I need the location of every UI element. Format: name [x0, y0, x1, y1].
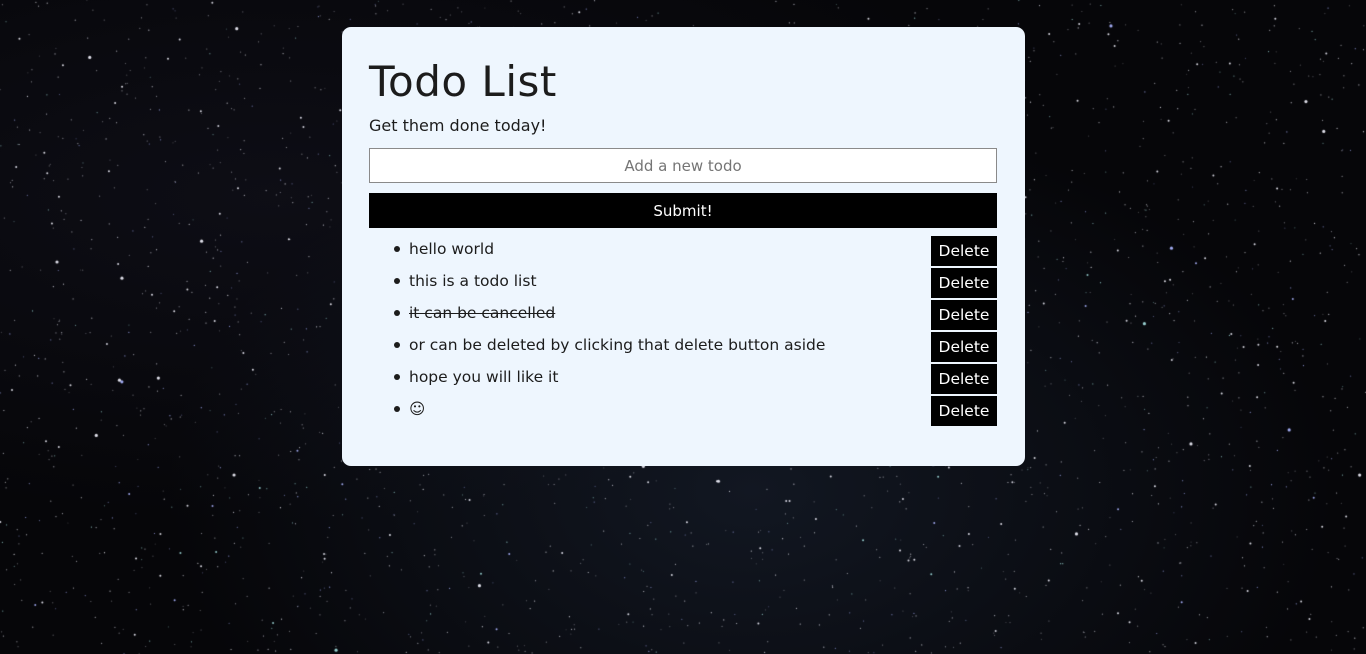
todo-item: hello world Delete	[369, 236, 997, 266]
page-subtitle: Get them done today!	[369, 116, 547, 135]
delete-button[interactable]: Delete	[931, 364, 997, 394]
todo-item: ☺ Delete	[369, 396, 997, 426]
todo-item: hope you will like it Delete	[369, 364, 997, 394]
submit-button[interactable]: Submit!	[369, 193, 997, 228]
todo-text[interactable]: ☺	[409, 399, 425, 419]
todo-text[interactable]: hope you will like it	[409, 367, 558, 387]
todo-item: or can be deleted by clicking that delet…	[369, 332, 997, 362]
bullet-icon	[394, 374, 400, 380]
delete-button[interactable]: Delete	[931, 236, 997, 266]
bullet-icon	[394, 278, 400, 284]
todo-text[interactable]: or can be deleted by clicking that delet…	[409, 335, 825, 355]
todo-text[interactable]: this is a todo list	[409, 271, 537, 291]
delete-button[interactable]: Delete	[931, 268, 997, 298]
todo-text[interactable]: hello world	[409, 239, 494, 259]
bullet-icon	[394, 406, 400, 412]
delete-button[interactable]: Delete	[931, 332, 997, 362]
delete-button[interactable]: Delete	[931, 396, 997, 426]
bullet-icon	[394, 342, 400, 348]
todo-item: this is a todo list Delete	[369, 268, 997, 298]
todo-list: hello world Delete this is a todo list D…	[369, 236, 997, 426]
new-todo-input[interactable]	[369, 148, 997, 183]
bullet-icon	[394, 310, 400, 316]
todo-item: it can be cancelled Delete	[369, 300, 997, 330]
todo-text[interactable]: it can be cancelled	[409, 303, 555, 323]
delete-button[interactable]: Delete	[931, 300, 997, 330]
todo-card: Todo List Get them done today! Submit! h…	[342, 27, 1025, 466]
page-title: Todo List	[369, 57, 557, 106]
bullet-icon	[394, 246, 400, 252]
